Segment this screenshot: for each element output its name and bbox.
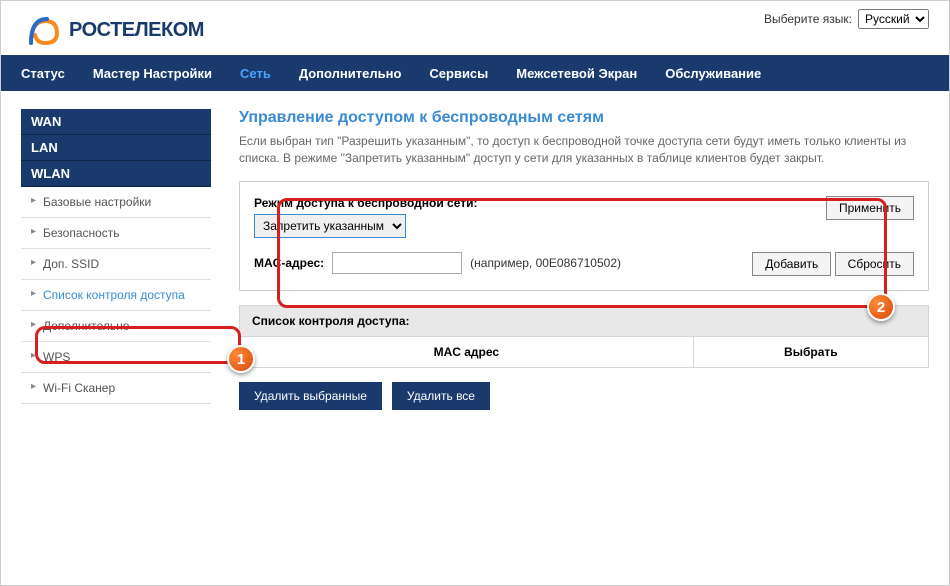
nav-firewall[interactable]: Межсетевой Экран — [516, 66, 637, 81]
brand-logo: РОСТЕЛЕКОМ — [21, 9, 204, 51]
top-nav: Статус Мастер Настройки Сеть Дополнитель… — [1, 55, 949, 91]
sidebar-item-ssid[interactable]: Доп. SSID — [21, 249, 211, 280]
nav-maintenance[interactable]: Обслуживание — [665, 66, 761, 81]
sidebar-header-wlan[interactable]: WLAN — [21, 161, 211, 187]
sidebar-header-lan[interactable]: LAN — [21, 135, 211, 161]
reset-button[interactable]: Сбросить — [835, 252, 914, 276]
delete-selected-button[interactable]: Удалить выбранные — [239, 382, 382, 410]
sidebar-header-wan[interactable]: WAN — [21, 109, 211, 135]
mac-input[interactable] — [332, 252, 462, 274]
sidebar-item-basic[interactable]: Базовые настройки — [21, 187, 211, 218]
language-select[interactable]: Русский — [858, 9, 929, 29]
logo-icon — [21, 9, 63, 51]
col-select: Выбрать — [694, 337, 928, 367]
add-button[interactable]: Добавить — [752, 252, 831, 276]
delete-all-button[interactable]: Удалить все — [392, 382, 490, 410]
col-mac: MAC адрес — [240, 337, 694, 367]
acl-table-header: MAC адрес Выбрать — [239, 337, 929, 368]
nav-status[interactable]: Статус — [21, 66, 65, 81]
language-label: Выберите язык: — [764, 12, 852, 26]
access-mode-form: Режим доступа к беспроводной сети: Запре… — [239, 181, 929, 291]
sidebar-item-advanced[interactable]: Дополнительно — [21, 311, 211, 342]
nav-advanced[interactable]: Дополнительно — [299, 66, 402, 81]
nav-wizard[interactable]: Мастер Настройки — [93, 66, 212, 81]
sidebar-item-wps[interactable]: WPS — [21, 342, 211, 373]
apply-button[interactable]: Применить — [826, 196, 914, 220]
page-title: Управление доступом к беспроводным сетям — [239, 109, 929, 127]
page-description: Если выбран тип "Разрешить указанным", т… — [239, 133, 929, 167]
mac-label: MAC-адрес: — [254, 256, 324, 270]
mode-select[interactable]: Запретить указанным — [254, 214, 406, 238]
sidebar-item-scanner[interactable]: Wi-Fi Сканер — [21, 373, 211, 404]
logo-text: РОСТЕЛЕКОМ — [69, 19, 204, 42]
sidebar-item-acl[interactable]: Список контроля доступа — [21, 280, 211, 311]
acl-list-title: Список контроля доступа: — [239, 305, 929, 337]
sidebar-item-security[interactable]: Безопасность — [21, 218, 211, 249]
mode-label: Режим доступа к беспроводной сети: — [254, 196, 714, 210]
sidebar: WAN LAN WLAN Базовые настройки Безопасно… — [21, 109, 211, 410]
nav-services[interactable]: Сервисы — [429, 66, 488, 81]
mac-hint: (например, 00E086710502) — [470, 256, 621, 270]
nav-network[interactable]: Сеть — [240, 66, 271, 81]
